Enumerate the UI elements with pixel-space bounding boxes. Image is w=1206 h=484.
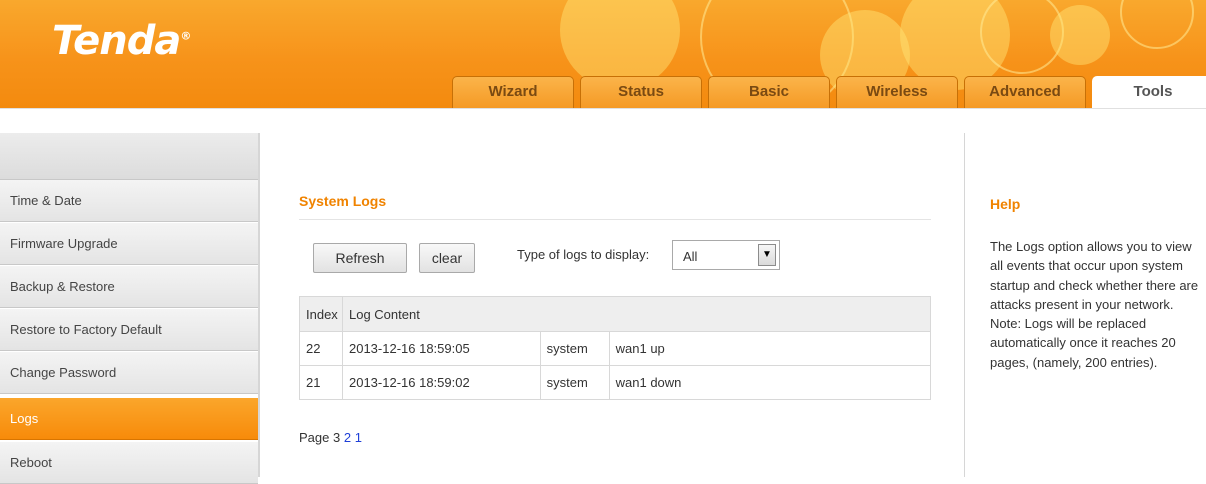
pagination-current: 3 xyxy=(333,430,341,445)
log-message: wan1 up xyxy=(608,331,932,366)
page-link-2[interactable]: 2 xyxy=(344,430,351,445)
help-title: Help xyxy=(990,196,1021,212)
table-header-row: Index Log Content xyxy=(299,296,932,332)
log-index: 21 xyxy=(299,365,343,400)
column-header-index: Index xyxy=(299,296,343,332)
help-panel: Help The Logs option allows you to view … xyxy=(965,133,1206,477)
logo-text: Tenda xyxy=(52,18,181,64)
log-index: 22 xyxy=(299,331,343,366)
page-link-1[interactable]: 1 xyxy=(355,430,362,445)
log-time: 2013-12-16 18:59:02 xyxy=(341,365,541,400)
tenda-logo: Tenda® xyxy=(52,18,191,64)
log-time: 2013-12-16 18:59:05 xyxy=(341,331,541,366)
title-divider xyxy=(299,219,931,220)
sidebar-item-logs[interactable]: Logs xyxy=(0,398,258,440)
table-row: 22 2013-12-16 18:59:05 system wan1 up xyxy=(299,331,932,366)
log-type-select[interactable]: All ▼ xyxy=(672,240,780,270)
sidebar-item-change-password[interactable]: Change Password xyxy=(0,352,258,394)
pagination-prefix: Page xyxy=(299,430,330,445)
sidebar-item-restore-factory-default[interactable]: Restore to Factory Default xyxy=(0,309,258,351)
log-type-selected-value: All xyxy=(683,249,698,264)
sidebar: Time & Date Firmware Upgrade Backup & Re… xyxy=(0,133,258,484)
header-gap xyxy=(0,109,1206,133)
decor-bubble xyxy=(1050,5,1110,65)
logo-registered-mark: ® xyxy=(180,29,191,43)
pagination: Page 3 2 1 xyxy=(299,430,362,445)
tab-wizard[interactable]: Wizard xyxy=(452,76,574,108)
log-type: system xyxy=(539,331,610,366)
refresh-button[interactable]: Refresh xyxy=(313,243,407,273)
log-message: wan1 down xyxy=(608,365,932,400)
tab-advanced[interactable]: Advanced xyxy=(964,76,1086,108)
log-table: Index Log Content 22 2013-12-16 18:59:05… xyxy=(299,296,932,400)
main-content: System Logs Refresh clear Type of logs t… xyxy=(260,133,964,477)
sidebar-item-firmware-upgrade[interactable]: Firmware Upgrade xyxy=(0,223,258,265)
log-type-label: Type of logs to display: xyxy=(517,247,650,262)
tab-basic[interactable]: Basic xyxy=(708,76,830,108)
header-banner: Tenda® Wizard Status Basic Wireless Adva… xyxy=(0,0,1206,108)
tab-status[interactable]: Status xyxy=(580,76,702,108)
sidebar-header xyxy=(0,133,258,180)
help-text: The Logs option allows you to view all e… xyxy=(990,239,1199,370)
tab-wireless[interactable]: Wireless xyxy=(836,76,958,108)
clear-button[interactable]: clear xyxy=(419,243,475,273)
column-header-log-content: Log Content xyxy=(341,296,932,332)
dropdown-arrow-icon[interactable]: ▼ xyxy=(758,244,776,266)
log-type: system xyxy=(539,365,610,400)
decor-bubble xyxy=(1120,0,1194,49)
sidebar-item-time-date[interactable]: Time & Date xyxy=(0,180,258,222)
table-row: 21 2013-12-16 18:59:02 system wan1 down xyxy=(299,365,932,400)
page-title: System Logs xyxy=(299,193,387,209)
tab-tools[interactable]: Tools xyxy=(1092,76,1206,108)
sidebar-item-backup-restore[interactable]: Backup & Restore xyxy=(0,266,258,308)
sidebar-item-reboot[interactable]: Reboot xyxy=(0,442,258,484)
